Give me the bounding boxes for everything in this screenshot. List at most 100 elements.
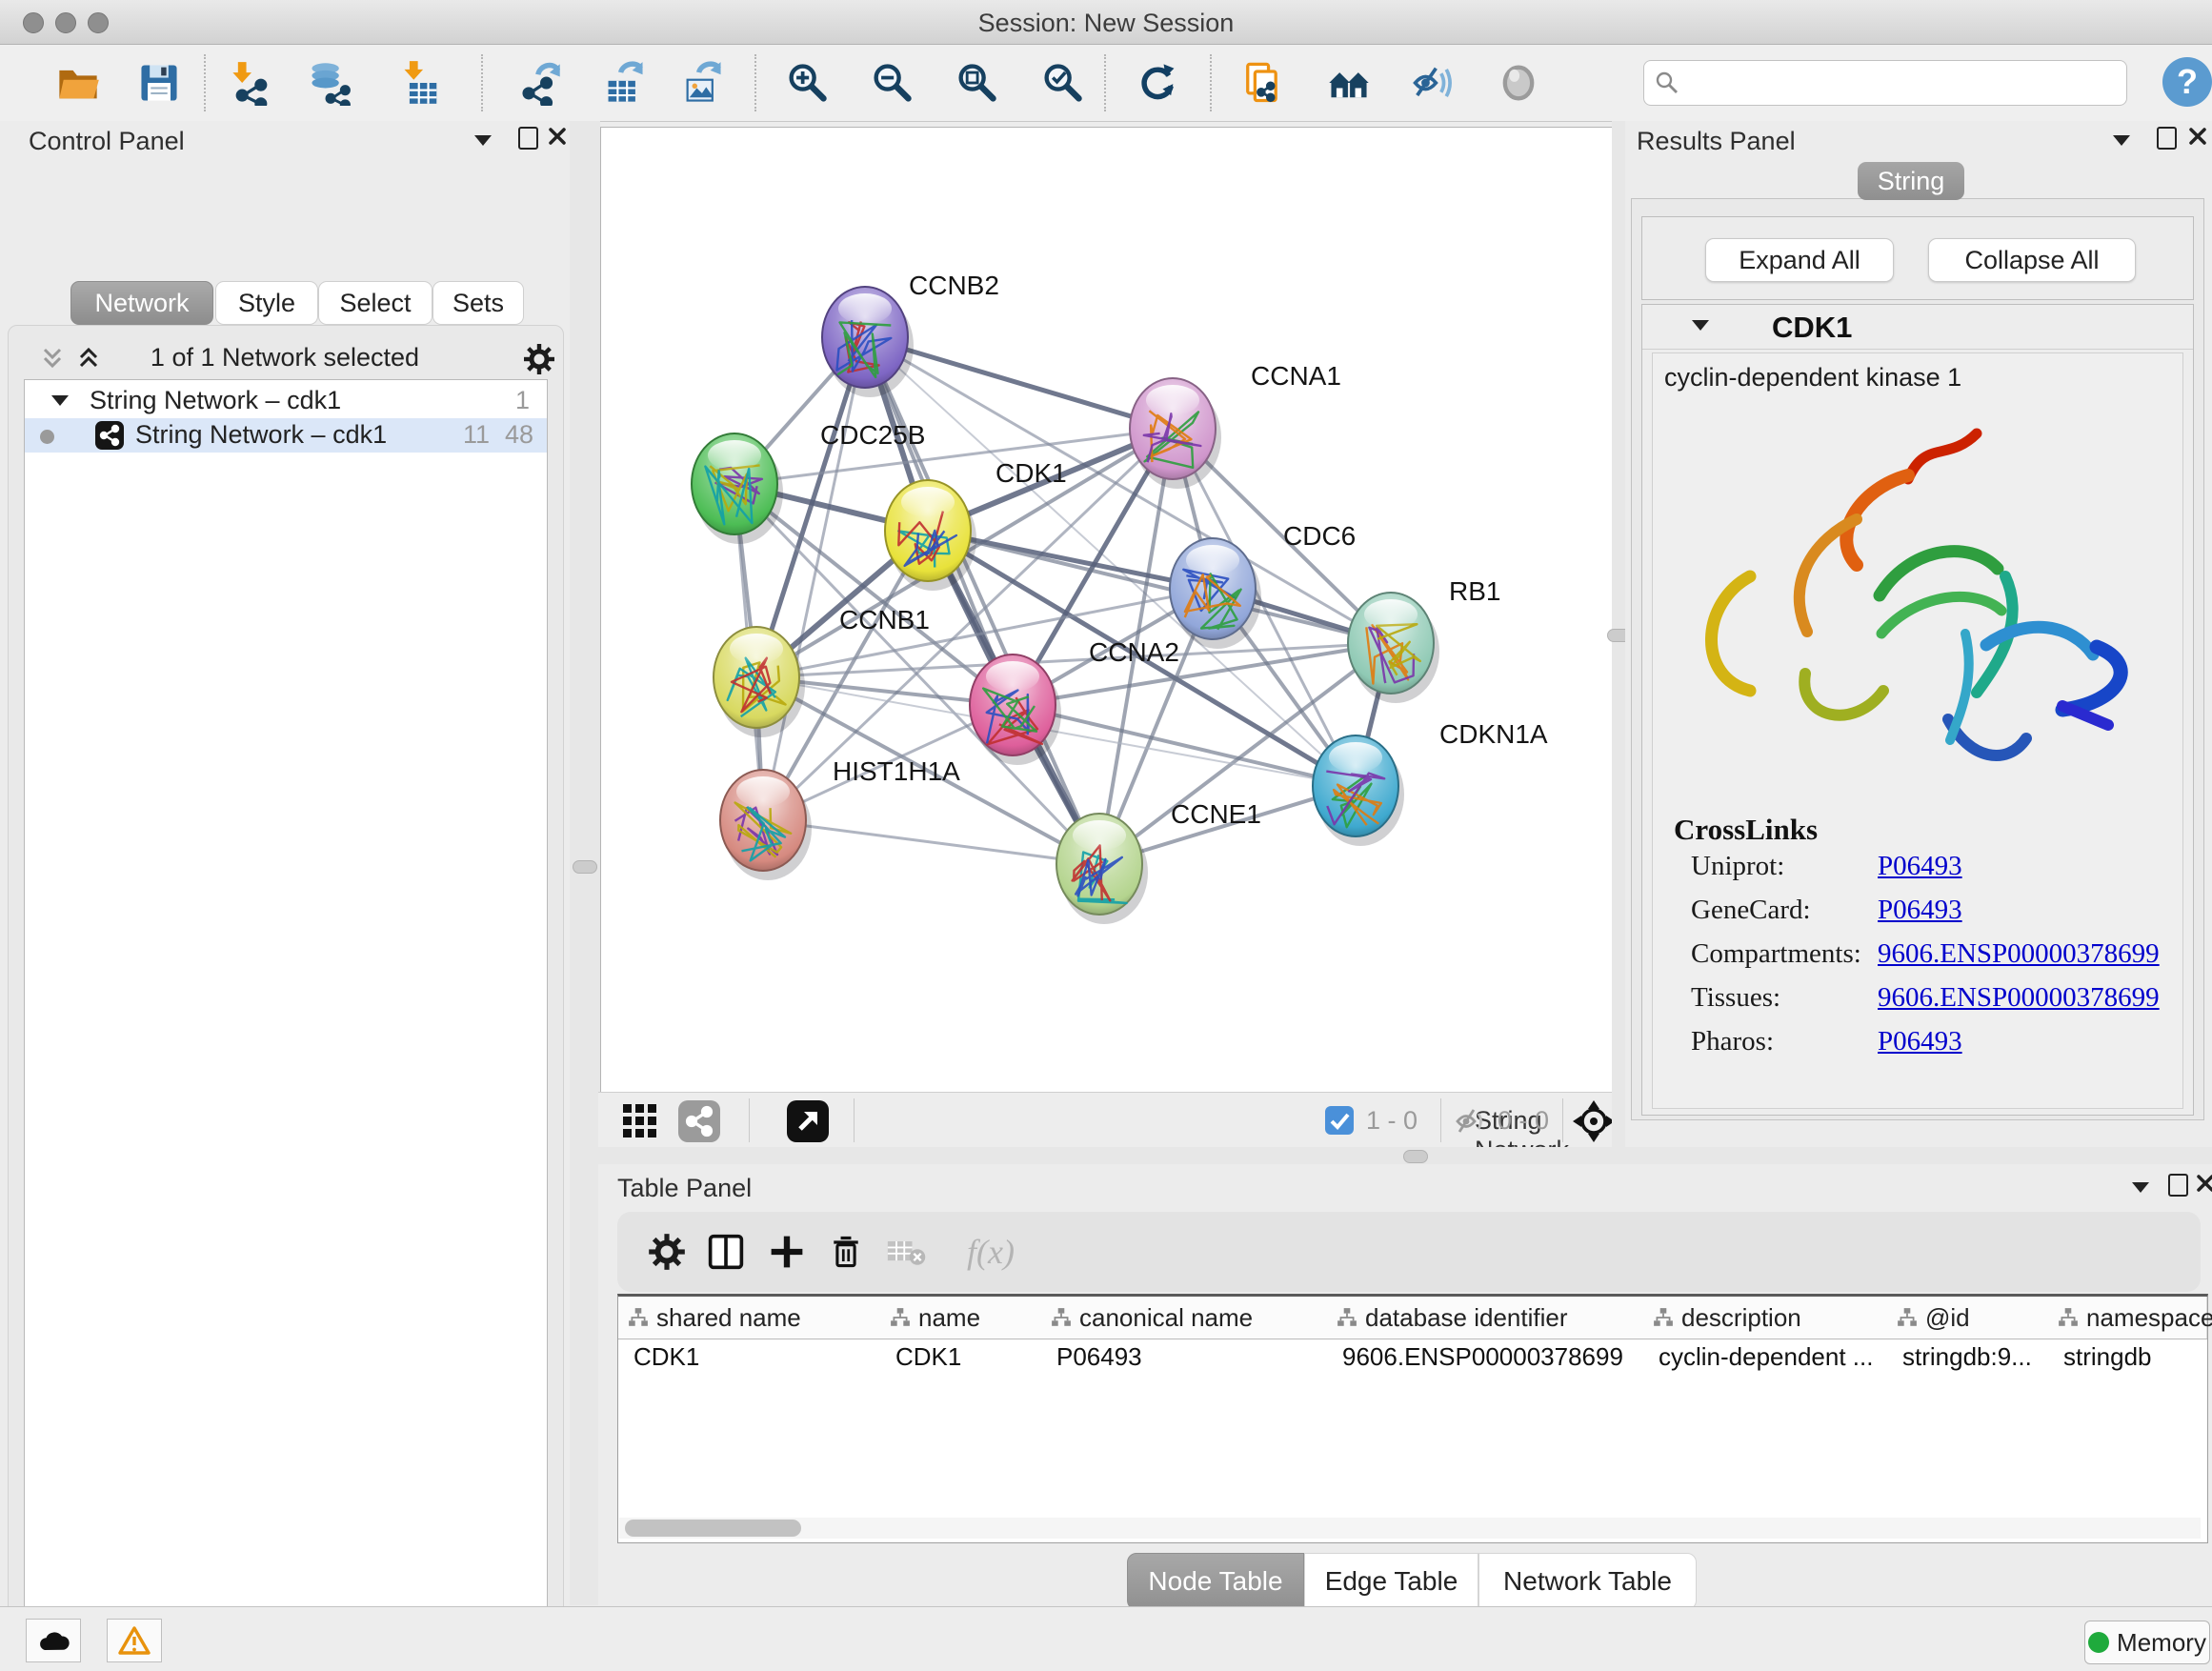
crosslink-link[interactable]: P06493 — [1878, 1026, 1962, 1057]
column-header-description[interactable]: description — [1643, 1297, 1888, 1339]
export-image-button[interactable] — [676, 56, 730, 110]
export-network-button[interactable] — [513, 56, 567, 110]
add-column-button[interactable] — [766, 1231, 808, 1273]
cloud-status-button[interactable] — [26, 1619, 81, 1662]
search-input[interactable] — [1686, 63, 2119, 103]
zoom-out-button[interactable] — [865, 56, 918, 110]
left-splitter[interactable] — [570, 121, 600, 1605]
horizontal-splitter-handle[interactable] — [1403, 1150, 1428, 1163]
selected-checkbox-icon[interactable] — [1324, 1105, 1355, 1136]
table-settings-button[interactable] — [646, 1231, 688, 1273]
node-count: 11 — [463, 420, 490, 450]
help-button[interactable]: ? — [2162, 57, 2212, 107]
cell-shared-name[interactable]: CDK1 — [618, 1342, 880, 1375]
column-header-id[interactable]: @id — [1887, 1297, 2049, 1339]
eye-slash-button[interactable] — [1405, 56, 1458, 110]
network-collection-row[interactable]: String Network – cdk1 1 — [25, 384, 547, 418]
edge-count: 48 — [505, 420, 533, 450]
tab-node-table[interactable]: Node Table — [1127, 1553, 1304, 1610]
panel-close-icon[interactable] — [549, 128, 566, 145]
memory-button[interactable]: Memory — [2084, 1621, 2210, 1664]
gear-icon[interactable] — [523, 343, 555, 375]
import-table-file-button[interactable] — [395, 56, 449, 110]
cell-namespace[interactable]: stringdb — [2048, 1342, 2206, 1375]
network-canvas[interactable]: CCNB2CCNA1CDC25BCDK1CDC6RB1CCNB1CCNA2CDK… — [600, 127, 1614, 1094]
cell-description[interactable]: cyclin-dependent ... — [1643, 1342, 1887, 1375]
collapse-all-button[interactable]: Collapse All — [1928, 238, 2136, 282]
horizontal-splitter[interactable] — [598, 1147, 2212, 1164]
birds-eye-view-icon[interactable] — [1572, 1099, 1616, 1143]
panel-dropdown-icon[interactable] — [2113, 135, 2130, 146]
gene-name: CDK1 — [1772, 311, 1852, 345]
delete-column-button[interactable] — [825, 1231, 867, 1273]
zoom-fit-button[interactable] — [950, 56, 1003, 110]
tab-sets[interactable]: Sets — [432, 281, 524, 325]
panel-float-icon[interactable] — [518, 127, 538, 150]
panel-close-icon[interactable] — [2197, 1175, 2212, 1192]
network-manager: 1 of 1 Network selected String Network –… — [8, 325, 564, 1671]
glass-ball-effect-button[interactable] — [1492, 56, 1545, 110]
function-builder-button[interactable]: f(x) — [953, 1231, 1029, 1273]
open-session-button[interactable] — [51, 56, 105, 110]
crosslink-link[interactable]: 9606.ENSP00000378699 — [1878, 938, 2160, 970]
panel-dropdown-icon[interactable] — [2132, 1182, 2149, 1193]
string-view-icon[interactable] — [678, 1100, 720, 1142]
delete-table-button[interactable] — [886, 1231, 928, 1273]
zoom-in-button[interactable] — [780, 56, 834, 110]
import-network-file-button[interactable] — [225, 56, 278, 110]
collapse-all-chevron-icon[interactable] — [39, 345, 66, 372]
panel-float-icon[interactable] — [2157, 127, 2177, 150]
network-row-selected[interactable]: String Network – cdk1 11 48 — [25, 418, 547, 453]
string-home-button[interactable] — [1322, 56, 1376, 110]
clone-network-button[interactable] — [1236, 56, 1289, 110]
collapse-caret-icon[interactable] — [51, 395, 69, 406]
cell-database-identifier[interactable]: 9606.ENSP00000378699 — [1327, 1342, 1643, 1375]
column-header-namespace[interactable]: namespace — [2048, 1297, 2207, 1339]
refresh-button[interactable] — [1131, 56, 1184, 110]
tab-string-results[interactable]: String — [1858, 162, 1964, 200]
tab-edge-table[interactable]: Edge Table — [1304, 1553, 1478, 1610]
network-tree: String Network – cdk1 1 String Network –… — [24, 379, 548, 1671]
gene-section: CDK1 cyclin-dependent kinase 1 — [1641, 304, 2194, 1116]
grid-view-icon[interactable] — [621, 1102, 659, 1140]
save-session-button[interactable] — [132, 56, 186, 110]
cell-name[interactable]: CDK1 — [880, 1342, 1041, 1375]
gene-description: cyclin-dependent kinase 1 — [1664, 363, 1961, 393]
cell-canonical-name[interactable]: P06493 — [1041, 1342, 1327, 1375]
panel-float-icon[interactable] — [2168, 1174, 2188, 1197]
hidden-eye-icon[interactable] — [1454, 1105, 1490, 1137]
tab-style[interactable]: Style — [215, 281, 318, 325]
gene-section-header[interactable]: CDK1 — [1642, 305, 2193, 350]
table-horizontal-scrollbar[interactable] — [619, 1518, 2201, 1539]
node-label-rb1: RB1 — [1449, 576, 1500, 606]
export-table-button[interactable] — [598, 56, 652, 110]
warnings-button[interactable] — [107, 1619, 162, 1662]
crosslink-link[interactable]: 9606.ENSP00000378699 — [1878, 982, 2160, 1014]
open-in-new-window-icon[interactable] — [787, 1100, 829, 1142]
crosslink-link[interactable]: P06493 — [1878, 851, 1962, 882]
tab-network[interactable]: Network — [70, 281, 213, 325]
toolbar-separator — [1440, 1098, 1441, 1142]
hidden-count: 0 - 0 — [1498, 1106, 1549, 1136]
memory-status-dot — [2088, 1632, 2109, 1653]
left-splitter-handle[interactable] — [573, 860, 597, 874]
zoom-selected-button[interactable] — [1036, 56, 1089, 110]
node-table: shared name name canonical name database… — [617, 1294, 2208, 1543]
collapse-caret-icon[interactable] — [1692, 320, 1709, 331]
expand-all-button[interactable]: Expand All — [1705, 238, 1894, 282]
right-splitter[interactable] — [1612, 121, 1625, 1147]
tab-select[interactable]: Select — [318, 281, 432, 325]
cell-id[interactable]: stringdb:9... — [1887, 1342, 2048, 1375]
column-header-name[interactable]: name — [880, 1297, 1042, 1339]
panel-dropdown-icon[interactable] — [474, 135, 492, 146]
column-header-shared-name[interactable]: shared name — [618, 1297, 881, 1339]
crosslink-link[interactable]: P06493 — [1878, 895, 1962, 926]
import-network-database-button[interactable] — [303, 56, 356, 110]
node-label-ccnb1: CCNB1 — [839, 605, 930, 634]
tab-network-table[interactable]: Network Table — [1478, 1553, 1697, 1610]
show-columns-button[interactable] — [705, 1231, 747, 1273]
scrollbar-thumb[interactable] — [625, 1520, 801, 1537]
column-header-database-identifier[interactable]: database identifier — [1327, 1297, 1644, 1339]
panel-close-icon[interactable] — [2189, 128, 2206, 145]
column-header-canonical-name[interactable]: canonical name — [1041, 1297, 1328, 1339]
